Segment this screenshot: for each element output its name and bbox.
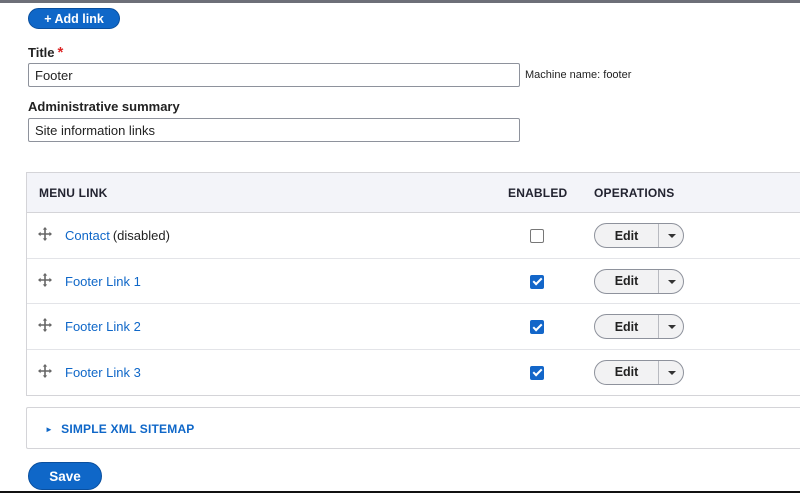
machine-name: Machine name: footer xyxy=(525,69,632,81)
summary-input-value: Site information links xyxy=(35,122,155,138)
edit-button[interactable]: Edit xyxy=(595,361,658,384)
title-label: Title * xyxy=(28,44,63,61)
table-row: Footer Link 2 Edit xyxy=(27,304,800,350)
top-border xyxy=(0,0,800,3)
drag-handle-icon[interactable] xyxy=(38,272,52,287)
table-header: MENU LINK ENABLED OPERATIONS xyxy=(27,173,800,213)
details-summary-label: SIMPLE XML SITEMAP xyxy=(61,422,195,436)
link-status: (disabled) xyxy=(112,228,170,243)
header-enabled: ENABLED xyxy=(508,186,568,200)
summary-input[interactable]: Site information links xyxy=(28,118,520,142)
header-menu-link: MENU LINK xyxy=(39,186,108,200)
table-row: Contact (disabled) Edit xyxy=(27,213,800,259)
table-row: Footer Link 3 Edit xyxy=(27,349,800,395)
caret-down-icon[interactable] xyxy=(658,269,683,293)
summary-label: Administrative summary xyxy=(28,99,180,114)
menu-link-cell: Footer Link 2 xyxy=(65,319,144,334)
edit-button[interactable]: Edit xyxy=(595,315,658,338)
menu-link[interactable]: Contact xyxy=(65,228,110,243)
operations-dropbutton: Edit xyxy=(594,359,684,385)
drag-handle-icon[interactable] xyxy=(38,363,52,378)
table-body: Contact (disabled) Edit Footer Link 1 Edi… xyxy=(27,213,800,395)
enabled-checkbox[interactable] xyxy=(530,274,544,289)
caret-down-icon[interactable] xyxy=(658,315,683,338)
operations-dropbutton: Edit xyxy=(594,268,684,294)
menu-link-cell: Contact (disabled) xyxy=(65,228,170,243)
simple-xml-sitemap-details[interactable]: ► SIMPLE XML SITEMAP xyxy=(26,407,800,449)
menu-link[interactable]: Footer Link 3 xyxy=(65,365,141,380)
enabled-checkbox[interactable] xyxy=(530,229,544,243)
enabled-checkbox[interactable] xyxy=(530,365,544,380)
header-operations: OPERATIONS xyxy=(594,186,675,200)
operations-dropbutton: Edit xyxy=(594,314,684,339)
menu-link-cell: Footer Link 3 xyxy=(65,365,144,380)
details-summary[interactable]: ► SIMPLE XML SITEMAP xyxy=(45,422,195,436)
title-label-text: Title xyxy=(28,45,55,60)
required-marker: * xyxy=(57,44,64,61)
edit-button[interactable]: Edit xyxy=(595,224,658,247)
caret-down-icon[interactable] xyxy=(658,360,683,384)
menu-link[interactable]: Footer Link 2 xyxy=(65,319,141,334)
save-button[interactable]: Save xyxy=(28,462,102,490)
title-input[interactable]: Footer xyxy=(28,63,520,87)
add-link-button[interactable]: + Add link xyxy=(28,8,120,29)
caret-down-icon[interactable] xyxy=(658,224,683,247)
drag-handle-icon[interactable] xyxy=(38,227,52,241)
edit-button[interactable]: Edit xyxy=(595,270,658,293)
enabled-checkbox[interactable] xyxy=(530,320,544,334)
operations-dropbutton: Edit xyxy=(594,223,684,248)
expand-triangle-icon: ► xyxy=(45,425,54,434)
menu-link[interactable]: Footer Link 1 xyxy=(65,274,141,289)
menu-links-table: MENU LINK ENABLED OPERATIONS Contact (dis… xyxy=(26,172,800,396)
menu-link-cell: Footer Link 1 xyxy=(65,274,144,289)
drag-handle-icon[interactable] xyxy=(38,318,52,332)
title-input-value: Footer xyxy=(35,67,73,83)
table-row: Footer Link 1 Edit xyxy=(27,258,800,304)
